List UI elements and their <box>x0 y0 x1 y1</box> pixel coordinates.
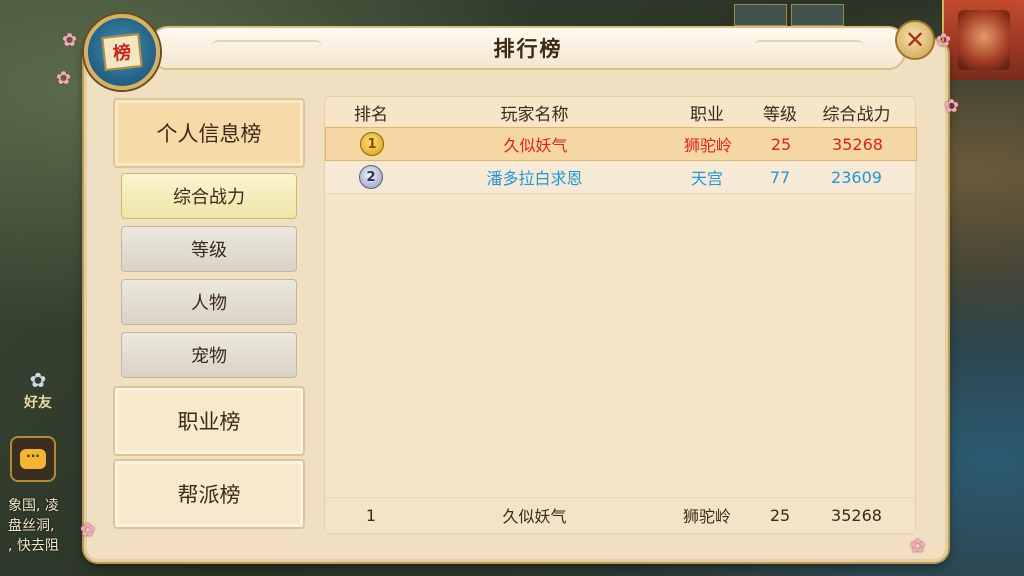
chat-line: 盘丝洞, <box>8 518 55 534</box>
ranking-row[interactable]: 2 潘多拉白求恩 天宫 77 23609 <box>325 161 915 194</box>
subtab-level[interactable]: 等级 <box>121 226 297 272</box>
portrait-face <box>958 10 1010 70</box>
title-bar: 排行榜 <box>150 26 906 70</box>
my-profession: 狮驼岭 <box>682 507 731 526</box>
header-combat-power: 综合战力 <box>822 104 891 125</box>
chat-line: 象国, 凌 <box>8 498 59 514</box>
gold-medal-icon: 1 <box>360 132 384 156</box>
category-profession[interactable]: 职业榜 <box>113 386 305 456</box>
subtab-label: 等级 <box>191 240 227 261</box>
blossom-decoration-icon: ✿ <box>80 520 96 541</box>
friend-icon: ✿ <box>29 368 47 392</box>
category-personal-info[interactable]: 个人信息榜 <box>113 98 305 168</box>
my-combat-power: 35268 <box>831 505 882 525</box>
chat-line: , 快去阻 <box>8 538 59 554</box>
blossom-decoration-icon: ✿ <box>936 30 952 51</box>
combat-power: 23609 <box>831 167 882 187</box>
player-portrait[interactable] <box>942 0 1024 80</box>
level: 77 <box>769 167 791 187</box>
badge-glyph: 榜 <box>101 33 143 71</box>
subtab-character[interactable]: 人物 <box>121 279 297 325</box>
player-name: 久似妖气 <box>503 136 568 155</box>
close-icon: ✕ <box>904 26 926 54</box>
chat-bubble-icon: ··· <box>20 449 46 469</box>
player-name: 潘多拉白求恩 <box>486 169 583 188</box>
my-player-name: 久似妖气 <box>502 507 567 526</box>
profession: 天宫 <box>690 169 723 188</box>
header-rank: 排名 <box>354 104 388 125</box>
blossom-decoration-icon: ✿ <box>62 30 78 51</box>
window-title: 排行榜 <box>493 37 563 61</box>
cloud-decoration <box>212 40 322 52</box>
chat-button[interactable]: ··· <box>10 436 56 482</box>
header-profession: 职业 <box>690 104 724 125</box>
ranking-header: 排名 玩家名称 职业 等级 综合战力 <box>325 97 915 127</box>
combat-power: 35268 <box>832 134 883 154</box>
subtab-label: 综合战力 <box>173 187 245 208</box>
profession: 狮驼岭 <box>683 136 732 155</box>
cloud-decoration <box>754 40 864 52</box>
close-button[interactable]: ✕ <box>895 20 935 60</box>
subtab-label: 人物 <box>191 293 227 314</box>
chat-preview: 象国, 凌 盘丝洞, , 快去阻 <box>8 496 88 556</box>
friend-button[interactable]: ✿ 好友 <box>14 368 62 412</box>
leaderboard-badge-icon: 榜 <box>84 14 160 90</box>
level: 25 <box>770 134 792 154</box>
silver-medal-icon: 2 <box>359 165 383 189</box>
header-player-name: 玩家名称 <box>500 104 569 125</box>
category-label: 帮派榜 <box>177 483 241 507</box>
blossom-decoration-icon: ✿ <box>910 536 926 557</box>
blossom-decoration-icon: ✿ <box>56 68 72 89</box>
category-guild[interactable]: 帮派榜 <box>113 459 305 529</box>
category-label: 个人信息榜 <box>156 122 262 146</box>
party-status-bars <box>734 4 844 26</box>
subtab-pet[interactable]: 宠物 <box>121 332 297 378</box>
friend-label: 好友 <box>24 395 52 411</box>
ranking-list[interactable]: 排名 玩家名称 职业 等级 综合战力 1 久似妖气 狮驼岭 25 35268 2… <box>324 96 917 534</box>
my-level: 25 <box>769 505 791 525</box>
blossom-decoration-icon: ✿ <box>944 96 960 117</box>
my-ranking-row: 1 久似妖气 狮驼岭 25 35268 <box>325 497 915 532</box>
subtab-combat-power[interactable]: 综合战力 <box>121 173 297 219</box>
subtab-label: 宠物 <box>191 346 227 367</box>
category-label: 职业榜 <box>177 410 241 434</box>
rank-cell: 1 <box>326 132 418 156</box>
my-rank: 1 <box>365 505 377 525</box>
rank-cell: 2 <box>325 165 417 189</box>
header-level: 等级 <box>763 104 797 125</box>
ranking-row[interactable]: 1 久似妖气 狮驼岭 25 35268 <box>325 127 917 161</box>
